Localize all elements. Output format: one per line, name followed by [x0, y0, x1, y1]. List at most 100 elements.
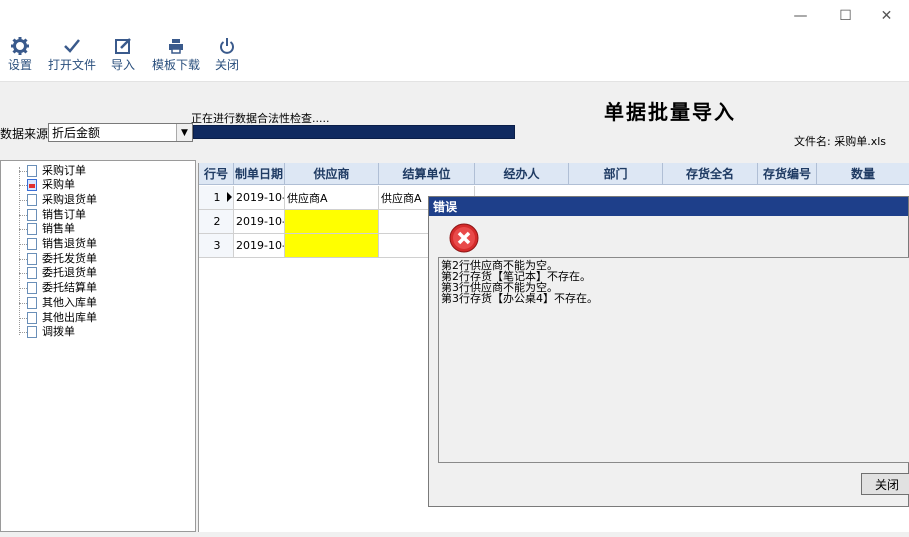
- tree-connector: [19, 200, 27, 201]
- checking-status: 正在进行数据合法性检查.....: [191, 112, 330, 125]
- tree-item[interactable]: 委托结算单: [27, 282, 97, 294]
- tree-item[interactable]: 采购单: [27, 179, 75, 191]
- tree-item[interactable]: 销售退货单: [27, 238, 97, 250]
- open-file-label: 打开文件: [47, 58, 96, 72]
- document-icon: [27, 267, 37, 279]
- printer-icon: [148, 34, 204, 58]
- row-number-cell[interactable]: 2: [199, 210, 234, 234]
- tree-item[interactable]: 其他入库单: [27, 297, 97, 309]
- column-header[interactable]: 存货编号: [758, 163, 817, 185]
- grid-cell[interactable]: 2019-10-: [234, 210, 285, 234]
- document-icon: [27, 179, 37, 191]
- column-header[interactable]: 行号: [199, 163, 234, 185]
- error-message-line: 第3行存货【办公桌4】不存在。: [441, 292, 598, 305]
- column-header[interactable]: 供应商: [285, 163, 379, 185]
- close-tool-button[interactable]: 关闭: [212, 34, 242, 72]
- gear-icon: [4, 34, 36, 58]
- tree-item[interactable]: 其他出库单: [27, 312, 97, 324]
- tree-item[interactable]: 委托退货单: [27, 267, 97, 279]
- document-icon: [27, 223, 37, 235]
- tree-item[interactable]: 调拨单: [27, 326, 75, 338]
- window-close-button[interactable]: ✕: [864, 0, 909, 32]
- validation-progress-bar: [193, 125, 515, 139]
- column-header[interactable]: 部门: [569, 163, 663, 185]
- import-label: 导入: [110, 58, 135, 72]
- row-number-cell[interactable]: 3: [199, 234, 234, 258]
- tree-item-label: 调拨单: [42, 325, 75, 338]
- template-download-button[interactable]: 模板下载: [148, 34, 204, 72]
- column-header[interactable]: 结算单位: [379, 163, 475, 185]
- document-icon: [27, 253, 37, 265]
- tree-item-label: 销售退货单: [42, 237, 97, 250]
- tree-connector: [19, 167, 20, 335]
- tree-item[interactable]: 委托发货单: [27, 253, 97, 265]
- edit-icon: [108, 34, 138, 58]
- minimize-button[interactable]: —: [778, 0, 823, 32]
- grid-cell[interactable]: 2019-10-: [234, 186, 285, 210]
- tree-item-label: 其他出库单: [42, 311, 97, 324]
- document-icon: [27, 194, 37, 206]
- import-button[interactable]: 导入: [108, 34, 138, 72]
- tree-item[interactable]: 采购订单: [27, 165, 86, 177]
- tree-item-label: 采购单: [42, 178, 75, 191]
- tree-connector: [19, 185, 27, 186]
- error-dialog: 错误 第2行供应商不能为空。 第2行存货【笔记本】不存在。 第3行供应商不能为空…: [428, 196, 909, 507]
- current-row-indicator-icon: [227, 192, 232, 202]
- column-header[interactable]: 经办人: [475, 163, 569, 185]
- toolbar: 设置 打开文件 导入 模板下载 关闭: [0, 32, 909, 82]
- template-download-label: 模板下载: [151, 58, 200, 72]
- dropdown-arrow-icon[interactable]: ▼: [176, 124, 192, 141]
- tree-item[interactable]: 销售订单: [27, 209, 86, 221]
- title-bar: — ☐ ✕: [0, 0, 909, 32]
- power-icon: [212, 34, 242, 58]
- grid-cell[interactable]: 2019-10-: [234, 234, 285, 258]
- grid-cell[interactable]: 供应商A: [285, 186, 379, 210]
- tree-item-label: 其他入库单: [42, 296, 97, 309]
- column-header[interactable]: 存货全名: [663, 163, 758, 185]
- column-header[interactable]: 数量: [817, 163, 909, 185]
- document-icon: [27, 312, 37, 324]
- tree-item-label: 委托发货单: [42, 252, 97, 265]
- data-source-label: 数据来源: [0, 127, 49, 141]
- data-source-select[interactable]: 折后金额 ▼: [48, 123, 193, 142]
- tree-connector: [19, 215, 27, 216]
- error-message-box[interactable]: 第2行供应商不能为空。 第2行存货【笔记本】不存在。 第3行供应商不能为空。 第…: [438, 257, 909, 463]
- checkmark-icon: [46, 34, 98, 58]
- tree-connector: [19, 171, 27, 172]
- tree-connector: [19, 332, 27, 333]
- tree-connector: [19, 229, 27, 230]
- tree-connector: [19, 273, 27, 274]
- column-header[interactable]: 制单日期: [234, 163, 285, 185]
- tree-connector: [19, 288, 27, 289]
- filename-label: 文件名: 采购单.xls: [794, 135, 886, 148]
- error-dialog-title: 错误: [429, 197, 908, 216]
- open-file-button[interactable]: 打开文件: [46, 34, 98, 72]
- settings-label: 设置: [7, 58, 32, 72]
- tree-connector: [19, 259, 27, 260]
- tree-connector: [19, 303, 27, 304]
- tree-item-label: 销售订单: [42, 208, 86, 221]
- tree-item-label: 销售单: [42, 222, 75, 235]
- grid-cell[interactable]: [285, 210, 379, 234]
- document-icon: [27, 326, 37, 338]
- tree-item-label: 采购退货单: [42, 193, 97, 206]
- tree-item-label: 采购订单: [42, 164, 86, 177]
- tree-item-label: 委托退货单: [42, 266, 97, 279]
- error-icon: [449, 223, 479, 253]
- tree-item[interactable]: 采购退货单: [27, 194, 97, 206]
- document-icon: [27, 165, 37, 177]
- document-type-tree: 采购订单 采购单采购退货单销售订单 销售单销售退货单委托发货单 委托退货单委托结算单其…: [0, 160, 196, 532]
- document-icon: [27, 282, 37, 294]
- tree-item[interactable]: 销售单: [27, 223, 75, 235]
- settings-button[interactable]: 设置: [4, 34, 36, 72]
- document-icon: [27, 209, 37, 221]
- document-icon: [27, 238, 37, 250]
- maximize-button[interactable]: ☐: [823, 0, 868, 32]
- page-title: 单据批量导入: [604, 100, 736, 124]
- close-tool-label: 关闭: [214, 58, 239, 72]
- tree-connector: [19, 318, 27, 319]
- grid-cell[interactable]: [285, 234, 379, 258]
- dialog-close-button[interactable]: 关闭: [861, 473, 909, 495]
- tree-item-label: 委托结算单: [42, 281, 97, 294]
- document-icon: [27, 297, 37, 309]
